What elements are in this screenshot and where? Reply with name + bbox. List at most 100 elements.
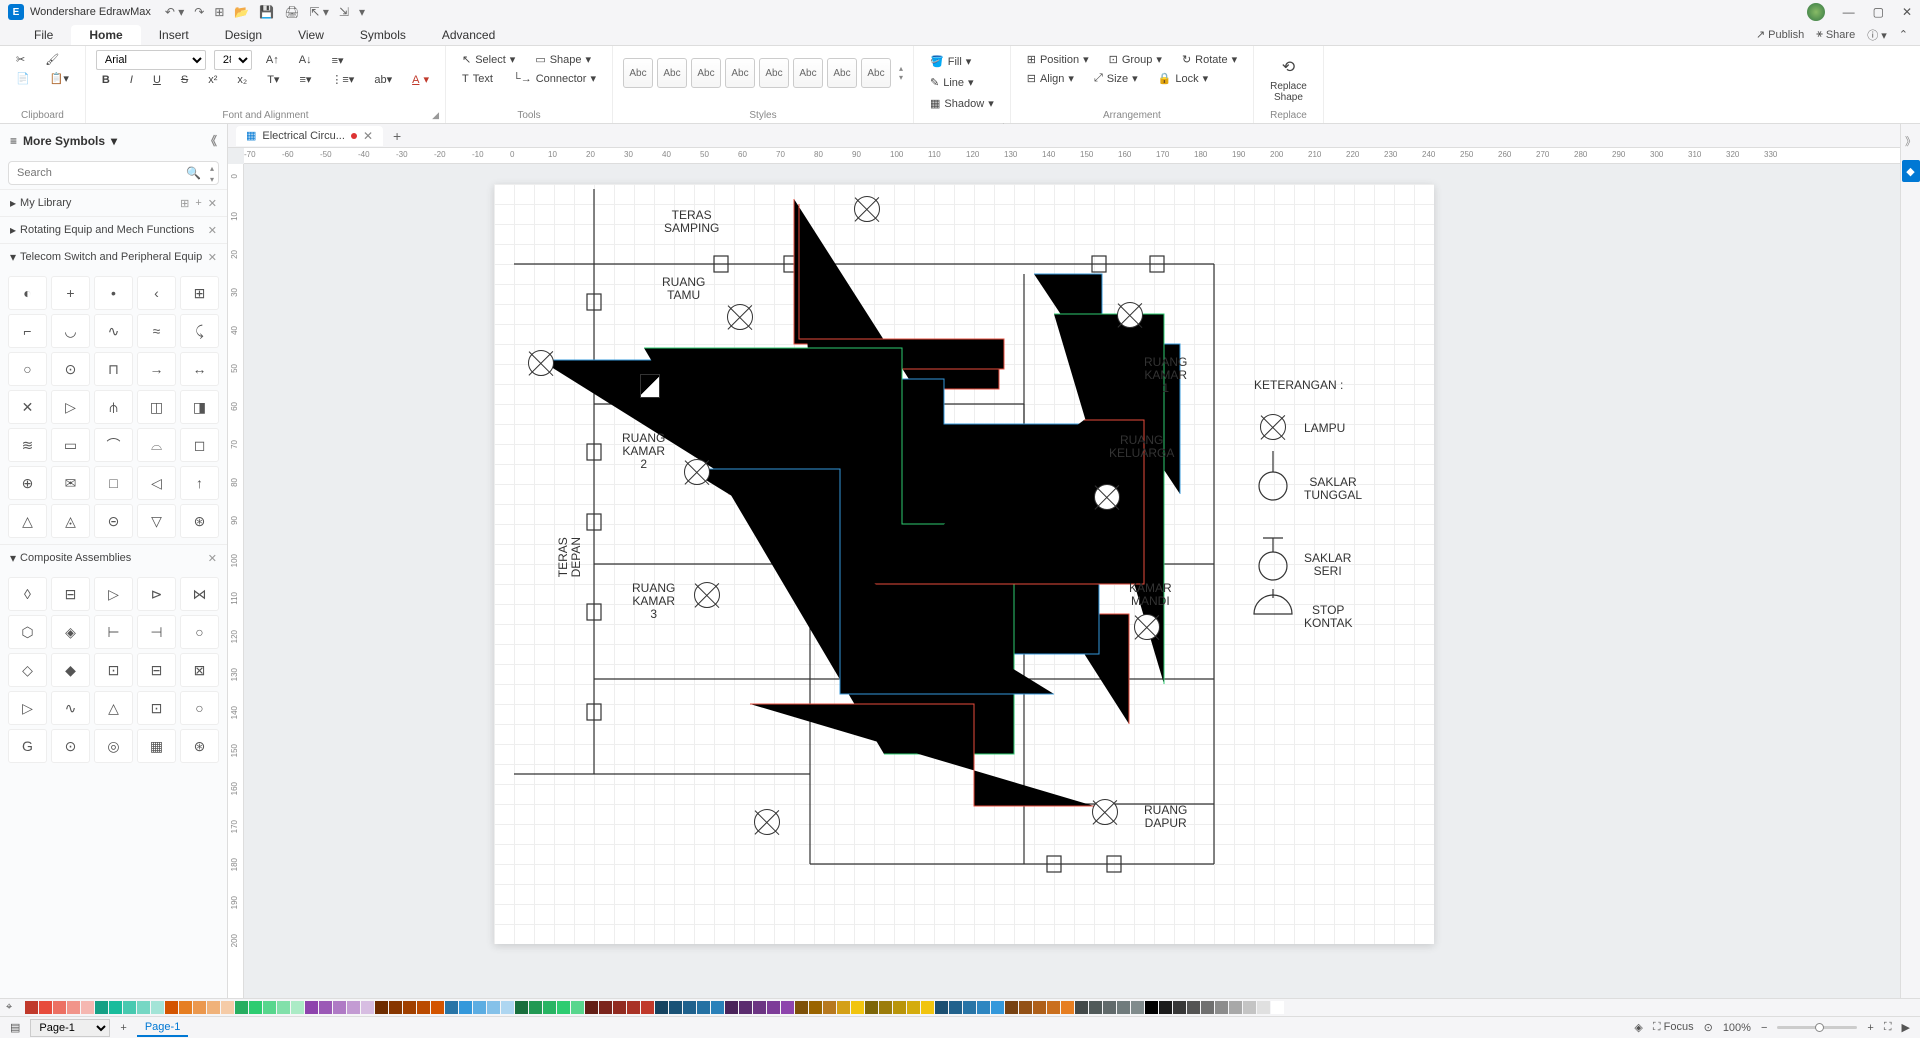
font-family-select[interactable]: Arial bbox=[96, 50, 206, 70]
paste-icon[interactable]: 📋▾ bbox=[44, 69, 75, 88]
fullscreen-icon[interactable]: ⛶ bbox=[1884, 1021, 1892, 1034]
shape-composite-9[interactable]: ○ bbox=[180, 615, 219, 649]
scroll-down-icon[interactable]: ▾ bbox=[210, 175, 214, 184]
color-swatch-6[interactable] bbox=[109, 1001, 122, 1014]
color-swatch-7[interactable] bbox=[123, 1001, 136, 1014]
shape-telecom-4[interactable]: ⊞ bbox=[180, 276, 219, 310]
menu-advanced[interactable]: Advanced bbox=[424, 25, 513, 45]
color-swatch-18[interactable] bbox=[277, 1001, 290, 1014]
add-tab-icon[interactable]: + bbox=[393, 128, 401, 144]
menu-view[interactable]: View bbox=[280, 25, 342, 45]
format-painter-icon[interactable]: 🖌 bbox=[39, 50, 65, 69]
shape-telecom-32[interactable]: ⊝ bbox=[94, 504, 133, 538]
color-swatch-2[interactable] bbox=[53, 1001, 66, 1014]
style-preset-8[interactable]: Abc bbox=[861, 58, 891, 88]
color-swatch-74[interactable] bbox=[1061, 1001, 1074, 1014]
layers-icon[interactable]: ◈ bbox=[1634, 1021, 1642, 1034]
menu-file[interactable]: File bbox=[16, 25, 71, 45]
color-swatch-15[interactable] bbox=[235, 1001, 248, 1014]
color-swatch-56[interactable] bbox=[809, 1001, 822, 1014]
color-swatch-83[interactable] bbox=[1187, 1001, 1200, 1014]
shape-telecom-33[interactable]: ▽ bbox=[137, 504, 176, 538]
color-swatch-27[interactable] bbox=[403, 1001, 416, 1014]
font-color-icon[interactable]: A▾ bbox=[406, 70, 435, 89]
shape-telecom-16[interactable]: ▷ bbox=[51, 390, 90, 424]
grow-font-icon[interactable]: A↑ bbox=[260, 51, 285, 69]
shape-telecom-27[interactable]: □ bbox=[94, 466, 133, 500]
color-swatch-0[interactable] bbox=[25, 1001, 38, 1014]
color-swatch-80[interactable] bbox=[1145, 1001, 1158, 1014]
color-swatch-19[interactable] bbox=[291, 1001, 304, 1014]
shape-telecom-1[interactable]: + bbox=[51, 276, 90, 310]
lib-grid-icon[interactable]: ⊞ bbox=[180, 197, 189, 210]
underline-icon[interactable]: U bbox=[147, 71, 167, 89]
lamp-teras-samping[interactable] bbox=[854, 196, 880, 222]
panel-symbol[interactable] bbox=[640, 374, 660, 398]
shadow-button[interactable]: ▦ Shadow▾ bbox=[924, 94, 1000, 113]
color-swatch-85[interactable] bbox=[1215, 1001, 1228, 1014]
color-swatch-9[interactable] bbox=[151, 1001, 164, 1014]
color-swatch-20[interactable] bbox=[305, 1001, 318, 1014]
color-swatch-71[interactable] bbox=[1019, 1001, 1032, 1014]
page-tab-1[interactable]: Page-1 bbox=[137, 1019, 188, 1037]
color-swatch-44[interactable] bbox=[641, 1001, 654, 1014]
color-swatch-39[interactable] bbox=[571, 1001, 584, 1014]
close-tab-icon[interactable]: ✕ bbox=[363, 129, 373, 143]
color-swatch-26[interactable] bbox=[389, 1001, 402, 1014]
color-swatch-84[interactable] bbox=[1201, 1001, 1214, 1014]
bold-icon[interactable]: B bbox=[96, 71, 116, 89]
shape-telecom-22[interactable]: ⌒ bbox=[94, 428, 133, 462]
color-swatch-41[interactable] bbox=[599, 1001, 612, 1014]
shape-telecom-19[interactable]: ◨ bbox=[180, 390, 219, 424]
color-swatch-45[interactable] bbox=[655, 1001, 668, 1014]
color-swatch-59[interactable] bbox=[851, 1001, 864, 1014]
color-swatch-47[interactable] bbox=[683, 1001, 696, 1014]
color-swatch-36[interactable] bbox=[529, 1001, 542, 1014]
menu-insert[interactable]: Insert bbox=[141, 25, 207, 45]
shape-telecom-31[interactable]: ◬ bbox=[51, 504, 90, 538]
connector-tool[interactable]: └→ Connector▾ bbox=[507, 69, 602, 88]
style-preset-4[interactable]: Abc bbox=[725, 58, 755, 88]
shape-composite-20[interactable]: G bbox=[8, 729, 47, 763]
save-icon[interactable]: 💾 bbox=[259, 5, 274, 19]
color-swatch-70[interactable] bbox=[1005, 1001, 1018, 1014]
line-button[interactable]: ✎ Line▾ bbox=[924, 73, 1000, 92]
color-swatch-14[interactable] bbox=[221, 1001, 234, 1014]
shape-telecom-28[interactable]: ◁ bbox=[137, 466, 176, 500]
color-swatch-57[interactable] bbox=[823, 1001, 836, 1014]
color-swatch-68[interactable] bbox=[977, 1001, 990, 1014]
color-swatch-28[interactable] bbox=[417, 1001, 430, 1014]
collapse-sidebar-icon[interactable]: 《 bbox=[205, 132, 217, 149]
font-size-select[interactable]: 28 bbox=[214, 50, 252, 70]
color-swatch-5[interactable] bbox=[95, 1001, 108, 1014]
lamp-mandi[interactable] bbox=[1134, 614, 1160, 640]
shape-composite-10[interactable]: ◇ bbox=[8, 653, 47, 687]
canvas-bg[interactable]: TERAS SAMPING RUANG TAMU RUANG KAMAR 1 R… bbox=[244, 164, 1900, 998]
page-list-icon[interactable]: ▤ bbox=[10, 1021, 20, 1034]
shape-composite-18[interactable]: ⊡ bbox=[137, 691, 176, 725]
help-icon[interactable]: ⓘ ▾ bbox=[1867, 27, 1887, 43]
group-button[interactable]: ⊡ Group▾ bbox=[1103, 50, 1168, 69]
color-swatch-86[interactable] bbox=[1229, 1001, 1242, 1014]
lamp-kamar3[interactable] bbox=[694, 582, 720, 608]
select-tool[interactable]: ↖ Select▾ bbox=[456, 50, 521, 69]
shape-composite-4[interactable]: ⋈ bbox=[180, 577, 219, 611]
color-swatch-66[interactable] bbox=[949, 1001, 962, 1014]
sec-close-icon[interactable]: ✕ bbox=[208, 224, 217, 237]
menu-home[interactable]: Home bbox=[71, 25, 140, 45]
shape-telecom-23[interactable]: ⌓ bbox=[137, 428, 176, 462]
shape-telecom-20[interactable]: ≋ bbox=[8, 428, 47, 462]
subscript-icon[interactable]: x₂ bbox=[231, 71, 253, 89]
section-composite[interactable]: ▾ Composite Assemblies ✕ bbox=[0, 544, 227, 571]
shape-telecom-10[interactable]: ○ bbox=[8, 352, 47, 386]
redo-icon[interactable]: ↷ bbox=[194, 5, 204, 19]
color-swatch-4[interactable] bbox=[81, 1001, 94, 1014]
bullets-icon[interactable]: ⋮≡▾ bbox=[325, 70, 360, 89]
zoom-slider[interactable] bbox=[1777, 1026, 1857, 1029]
shape-telecom-29[interactable]: ↑ bbox=[180, 466, 219, 500]
section-telecom[interactable]: ▾ Telecom Switch and Peripheral Equip ✕ bbox=[0, 243, 227, 270]
color-swatch-30[interactable] bbox=[445, 1001, 458, 1014]
shape-telecom-24[interactable]: ◻ bbox=[180, 428, 219, 462]
shape-telecom-6[interactable]: ◡ bbox=[51, 314, 90, 348]
qat-more-icon[interactable]: ▾ bbox=[359, 5, 365, 19]
